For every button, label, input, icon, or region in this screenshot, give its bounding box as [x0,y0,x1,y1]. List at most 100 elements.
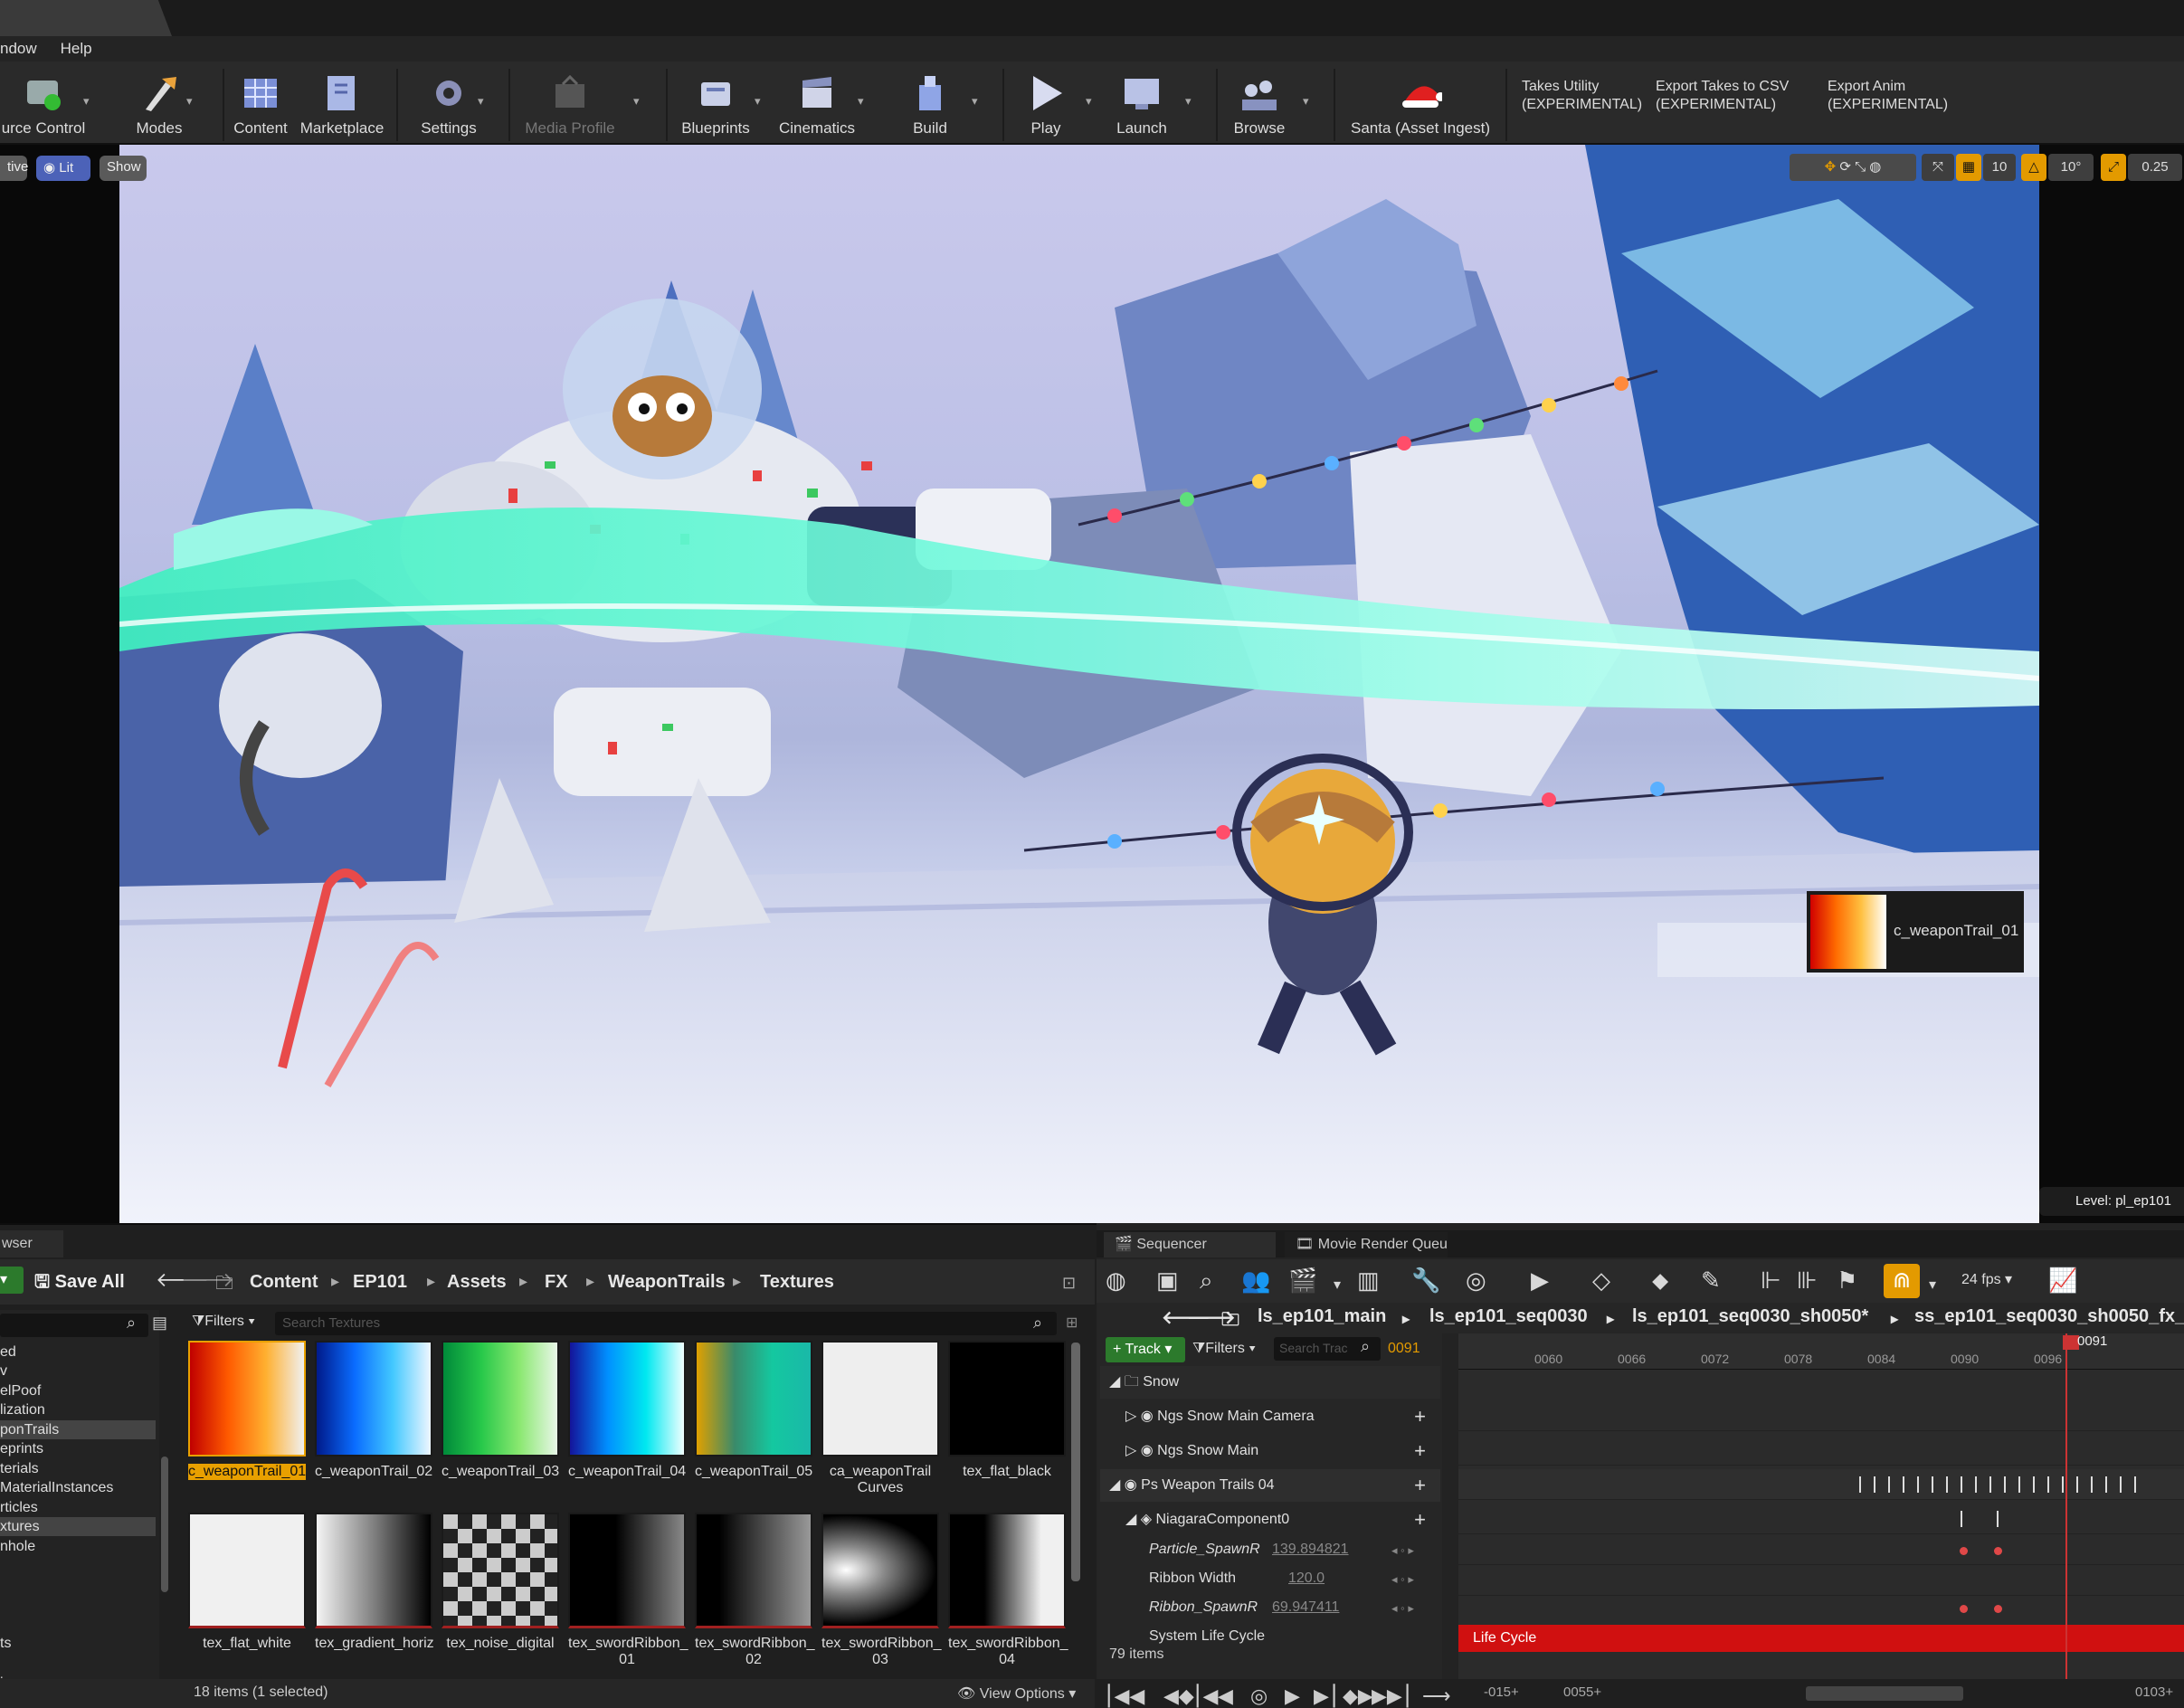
range-start-field[interactable]: -015+ [1484,1684,1519,1700]
save-sequence-icon[interactable]: ▣ [1156,1267,1179,1295]
property-value[interactable]: 120.0 [1288,1570,1325,1587]
timeline-scrollbar[interactable] [1806,1686,1963,1701]
breadcrumb-chevron-icon[interactable]: ▸ [733,1272,741,1291]
view-start-field[interactable]: 0055+ [1563,1684,1601,1700]
add-subtrack-button[interactable]: + [1414,1435,1426,1467]
breadcrumb-content[interactable]: Content [250,1272,318,1293]
settings-button[interactable]: Settings [414,67,483,143]
tree-item[interactable]: lization [0,1400,156,1419]
source-control-dropdown[interactable]: ▾ [83,94,90,109]
keyframe[interactable] [1994,1547,2002,1555]
marketplace-button[interactable]: Marketplace [299,67,385,143]
snap-magnet-icon[interactable]: ⋒ [1884,1264,1920,1298]
track-row[interactable]: ▷ ◉ Ngs Snow Main Camera + [1100,1400,1440,1433]
edit-pencil-icon[interactable]: ✎ [1701,1267,1721,1295]
world-icon[interactable]: ◍ [1106,1267,1126,1295]
asset-search-icon[interactable]: ⌕ [1033,1314,1042,1333]
expand-arrow-icon[interactable]: ◢ [1100,1477,1125,1493]
tree-item-selected[interactable]: ponTrails [0,1420,156,1439]
source-control-button[interactable]: urce Control [0,67,87,143]
folder-tree-scrollbar[interactable] [161,1457,168,1592]
play-reverse-icon[interactable]: ◀ [1218,1684,1233,1708]
auto-key-icon[interactable]: ⬥ [1652,1267,1668,1295]
expand-arrow-icon[interactable]: ◢ [1100,1374,1125,1390]
blueprints-dropdown[interactable]: ▾ [755,94,761,109]
key-nav-controls[interactable]: ◂ ◦ ▸ [1391,1543,1414,1558]
launch-button[interactable]: Launch [1106,67,1178,143]
rotate-icon[interactable]: ⟳ [1839,159,1855,175]
world-space-icon[interactable]: ◍ [1869,159,1881,175]
marker-icon[interactable]: ⚑ [1837,1267,1857,1295]
track-folder-row[interactable]: ◢ 🗀 Snow [1100,1366,1440,1399]
record-icon[interactable]: ◎ [1250,1684,1268,1708]
asset-search-input[interactable]: Search Textures [275,1312,1057,1335]
settings-dropdown[interactable]: ▾ [478,94,484,109]
build-button[interactable]: Build [896,67,964,143]
play-forward-icon[interactable]: ▶ [1285,1684,1300,1708]
viewport-lit-button[interactable]: ◉ Lit [36,156,90,181]
add-track-button[interactable]: + Track ▾ [1106,1337,1185,1362]
view-eye-icon[interactable]: ◎ [1466,1267,1486,1295]
framerate-selector[interactable]: 24 fps ▾ [1961,1270,2012,1288]
add-subtrack-button[interactable]: + [1414,1469,1426,1502]
cinematic-viewport-icon[interactable]: ▥ [1357,1267,1380,1295]
level-viewport[interactable] [119,145,2039,1223]
jump-end-icon[interactable]: ▶▶⎮ [1372,1684,1412,1708]
timeline-lane[interactable] [1458,1504,2184,1534]
menu-help[interactable]: Help [61,40,92,58]
asset-grid-scrollbar[interactable] [1071,1343,1080,1581]
keyframe[interactable] [1960,1547,1968,1555]
current-frame-field[interactable]: 0091 [1388,1341,1420,1357]
asset-tile[interactable]: tex_gradient_horiz [315,1513,434,1652]
asset-tile[interactable]: c_weaponTrail_04 [568,1341,686,1480]
timeline-lane[interactable] [1458,1400,2184,1431]
timeline-lane[interactable] [1458,1435,2184,1466]
tree-item[interactable]: rticles [0,1498,156,1517]
breadcrumb-chevron-icon[interactable]: ▸ [427,1272,435,1291]
find-in-browser-icon[interactable]: ⌕ [1200,1267,1213,1295]
asset-tile[interactable]: tex_noise_digital [442,1513,559,1652]
add-new-button[interactable]: ▾ [0,1267,24,1294]
scale-icon[interactable]: ⤡ [1855,159,1869,175]
seq-breadcrumb-chevron-icon[interactable]: ▸ [1607,1310,1614,1328]
prev-key-icon[interactable]: ◀◆ [1163,1684,1194,1708]
menu-window[interactable]: ndow [0,40,37,58]
seq-breadcrumb-sub[interactable]: ss_ep101_seq0030_sh0050_fx_ [1914,1306,2184,1327]
sequencer-tab[interactable]: 🎬 Sequencer [1104,1232,1276,1257]
asset-tile[interactable]: tex_swordRibbon_ 04 [948,1513,1068,1668]
step-back-icon[interactable]: ⎮◀ [1192,1684,1218,1708]
media-profile-dropdown[interactable]: ▾ [633,94,640,109]
range-end-field[interactable]: 0103+ [2135,1684,2173,1700]
play-button[interactable]: Play [1011,67,1080,143]
breadcrumb-chevron-icon[interactable]: ▸ [586,1272,594,1291]
viewport-perspective-button[interactable]: tive [0,156,28,181]
asset-tile[interactable]: c_weaponTrail_01 [188,1341,306,1480]
breadcrumb-fx[interactable]: FX [545,1272,568,1293]
launch-dropdown[interactable]: ▾ [1185,94,1192,109]
lock-icon[interactable]: ⊡ [1062,1274,1076,1293]
asset-tile[interactable]: tex_swordRibbon_ 02 [695,1513,815,1668]
key-options-icon[interactable]: ◇ [1592,1267,1610,1295]
filters-button[interactable]: ⧩Filters ▾ [192,1314,255,1330]
takes-utility-button[interactable]: Takes Utility (EXPERIMENTAL) [1522,78,1642,114]
browse-button[interactable]: Browse [1223,67,1296,143]
rotation-snap-toggle[interactable]: △ [2021,154,2046,181]
asset-tile[interactable]: tex_swordRibbon_ 01 [568,1513,688,1668]
asset-tile[interactable]: tex_swordRibbon_ 03 [821,1513,942,1668]
property-value[interactable]: 69.947411 [1272,1599,1339,1616]
step-forward-icon[interactable]: ▶⎮ [1314,1684,1339,1708]
save-all-button[interactable]: 🖫 Save All [34,1268,125,1299]
browse-dropdown[interactable]: ▾ [1303,94,1309,109]
track-row[interactable]: ▷ ◉ Ngs Snow Main + [1100,1435,1440,1467]
seq-breadcrumb-chevron-icon[interactable]: ▸ [1402,1310,1410,1328]
modes-dropdown[interactable]: ▾ [186,94,193,109]
scale-snap-value[interactable]: 0.25 [2128,154,2182,181]
tree-item[interactable]: elPoof [0,1381,156,1400]
surface-snap-icon[interactable]: ⤧ [1922,154,1954,181]
breadcrumb-chevron-icon[interactable]: ▸ [331,1272,339,1291]
cinematics-button[interactable]: Cinematics [774,67,859,143]
timeline-lane[interactable] [1458,1565,2184,1596]
build-dropdown[interactable]: ▾ [972,94,978,109]
tree-item[interactable]: v [0,1362,156,1381]
align-left-icon[interactable]: ⊩ [1761,1267,1781,1295]
